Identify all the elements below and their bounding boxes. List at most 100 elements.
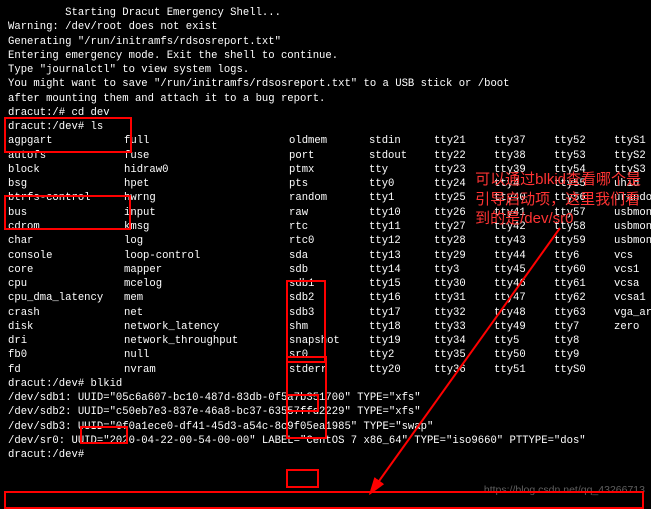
ls-cell: port (289, 149, 369, 163)
highlight-sr0 (286, 469, 319, 488)
ls-cell: cpu_dma_latency (8, 291, 124, 305)
ls-cell: tty29 (434, 249, 494, 263)
boot-line: Starting Dracut Emergency Shell... (8, 6, 643, 20)
prompt-cd-dev: dracut:/# cd dev (8, 106, 643, 120)
ls-cell: tty49 (494, 320, 554, 334)
ls-cell: nvram (124, 363, 289, 377)
ls-cell: hwrng (124, 191, 289, 205)
ls-cell: tty31 (434, 291, 494, 305)
ls-cell: null (124, 348, 289, 362)
ls-cell: tty35 (434, 348, 494, 362)
ls-cell: vcs (614, 249, 651, 263)
ls-cell: tty43 (494, 234, 554, 248)
ls-cell: ttyS0 (554, 363, 614, 377)
ls-cell: tty52 (554, 134, 614, 148)
ls-cell: stdin (369, 134, 434, 148)
ls-cell: usbmon2 (614, 234, 651, 248)
ls-cell: full (124, 134, 289, 148)
ls-cell: tty37 (494, 134, 554, 148)
ls-cell: hpet (124, 177, 289, 191)
ls-cell: tty59 (554, 234, 614, 248)
warning-line: Warning: /dev/root does not exist (8, 20, 643, 34)
ls-cell: tty62 (554, 291, 614, 305)
save-hint-line: You might want to save "/run/initramfs/r… (8, 77, 643, 91)
ls-cell: sda (289, 249, 369, 263)
ls-row: drinetwork_throughputsnapshottty19tty34t… (8, 334, 643, 348)
ls-cell: random (289, 191, 369, 205)
ls-cell: kmsg (124, 220, 289, 234)
ls-cell (614, 334, 651, 348)
ls-cell: tty15 (369, 277, 434, 291)
ls-cell: ttyS2 (614, 149, 651, 163)
ls-cell: tty0 (369, 177, 434, 191)
ls-cell: tty17 (369, 306, 434, 320)
ls-cell: tty22 (434, 149, 494, 163)
ls-cell: rtc0 (289, 234, 369, 248)
ls-cell: crash (8, 306, 124, 320)
watermark: https://blog.csdn.net/qq_43266713 (484, 483, 645, 497)
ls-cell: fd (8, 363, 124, 377)
ls-cell: ttyS1 (614, 134, 651, 148)
ls-cell: network_throughput (124, 334, 289, 348)
ls-cell: sdb2 (289, 291, 369, 305)
annotation-text: 可以通过blkid查看哪个是 引导启动项，这里我们看 到的是/dev/sr0 (475, 170, 641, 229)
ls-cell: pts (289, 177, 369, 191)
ls-cell: tty48 (494, 306, 554, 320)
ls-cell: tty19 (369, 334, 434, 348)
ls-cell: tty46 (494, 277, 554, 291)
bugreport-line: after mounting them and attach it to a b… (8, 92, 643, 106)
ls-cell: autofs (8, 149, 124, 163)
ls-row: consoleloop-controlsdatty13tty29tty44tty… (8, 249, 643, 263)
ls-cell: console (8, 249, 124, 263)
highlight-prompts (4, 195, 131, 230)
ls-cell (614, 348, 651, 362)
ls-cell: tty7 (554, 320, 614, 334)
ls-cell: tty34 (434, 334, 494, 348)
ls-cell (614, 363, 651, 377)
ls-cell: rtc (289, 220, 369, 234)
ls-cell: tty18 (369, 320, 434, 334)
ls-cell: core (8, 263, 124, 277)
ls-cell: stdout (369, 149, 434, 163)
highlight-sda-sdb (286, 356, 327, 439)
ls-cell: tty51 (494, 363, 554, 377)
ls-cell: loop-control (124, 249, 289, 263)
ls-cell: mcelog (124, 277, 289, 291)
ls-cell: tty47 (494, 291, 554, 305)
ls-cell: tty61 (554, 277, 614, 291)
ls-cell: raw (289, 206, 369, 220)
ls-cell: tty2 (369, 348, 434, 362)
generating-line: Generating "/run/initramfs/rdsosreport.t… (8, 35, 643, 49)
ls-cell: tty45 (494, 263, 554, 277)
ls-cell: fb0 (8, 348, 124, 362)
ls-cell: vga_arbiter (614, 306, 651, 320)
ls-cell: tty14 (369, 263, 434, 277)
ls-cell: tty20 (369, 363, 434, 377)
terminal-screen[interactable]: Starting Dracut Emergency Shell... Warni… (0, 0, 651, 500)
emergency-line: Entering emergency mode. Exit the shell … (8, 49, 643, 63)
ls-cell: tty53 (554, 149, 614, 163)
ls-cell: sdb (289, 263, 369, 277)
ls-cell: sdb1 (289, 277, 369, 291)
ls-cell: tty3 (434, 263, 494, 277)
ls-cell: tty38 (494, 149, 554, 163)
ls-cell: tty6 (554, 249, 614, 263)
ls-cell: char (8, 234, 124, 248)
ls-cell: tty44 (494, 249, 554, 263)
ls-row: autofsfuseportstdouttty22tty38tty53ttyS2 (8, 149, 643, 163)
ls-cell: network_latency (124, 320, 289, 334)
ls-cell: ptmx (289, 163, 369, 177)
ls-cell: tty8 (554, 334, 614, 348)
ls-cell: hidraw0 (124, 163, 289, 177)
prompt-ls: dracut:/dev# ls (8, 120, 643, 134)
ls-cell: mem (124, 291, 289, 305)
anno-l2: 引导启动项，这里我们看 (475, 191, 640, 208)
ls-cell: tty33 (434, 320, 494, 334)
ls-cell: tty60 (554, 263, 614, 277)
ls-cell: tty13 (369, 249, 434, 263)
ls-cell: tty1 (369, 191, 434, 205)
anno-l1: 可以通过blkid查看哪个是 (475, 171, 641, 188)
ls-cell: tty50 (494, 348, 554, 362)
ls-cell: tty16 (369, 291, 434, 305)
ls-cell: oldmem (289, 134, 369, 148)
